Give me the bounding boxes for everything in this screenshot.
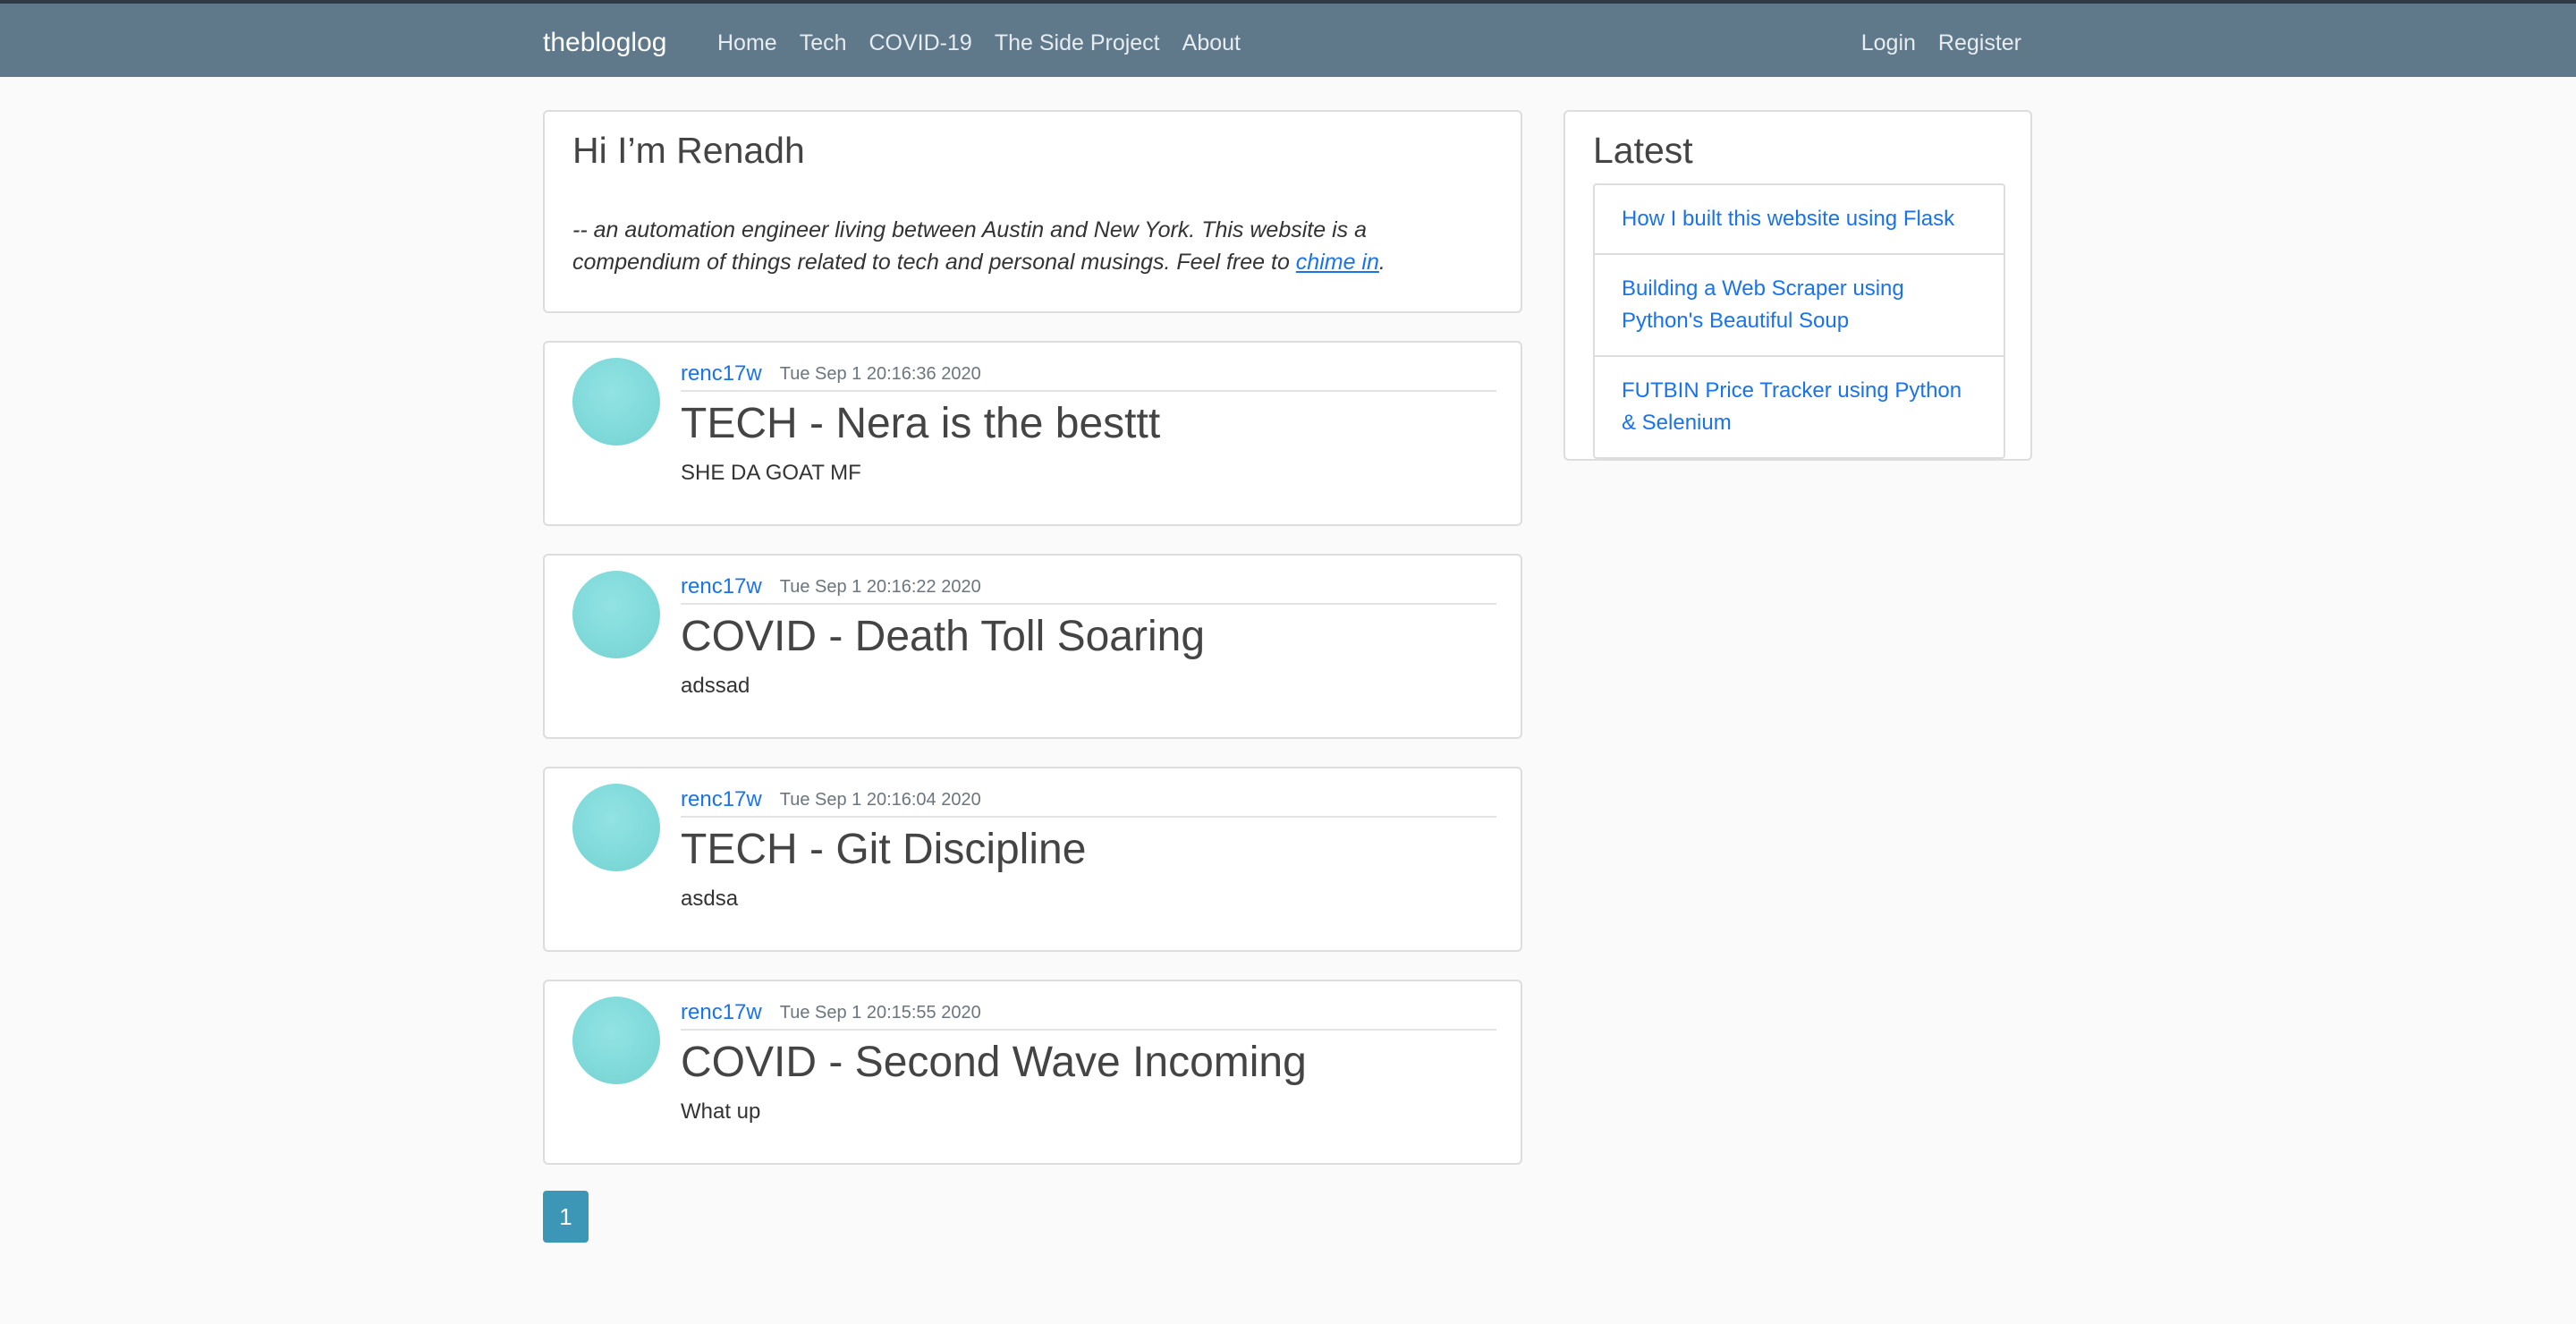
- nav-login[interactable]: Login: [1861, 27, 1916, 59]
- main-nav: Home Tech COVID-19 The Side Project Abou…: [717, 27, 1263, 59]
- avatar: [572, 784, 660, 871]
- post-author-link[interactable]: renc17w: [681, 1000, 762, 1025]
- post-body: SHE DA GOAT MF: [681, 461, 861, 485]
- post-title-link[interactable]: COVID - Death Toll Soaring: [681, 609, 1205, 665]
- post-meta: renc17w Tue Sep 1 20:15:55 2020: [681, 997, 1496, 1031]
- post-card: renc17w Tue Sep 1 20:15:55 2020 COVID - …: [543, 980, 1522, 1165]
- post-date: Tue Sep 1 20:16:22 2020: [779, 576, 981, 597]
- post-author-link[interactable]: renc17w: [681, 574, 762, 599]
- latest-link[interactable]: FUTBIN Price Tracker using Python & Sele…: [1622, 378, 1962, 435]
- post-date: Tue Sep 1 20:15:55 2020: [779, 1002, 981, 1023]
- nav-register[interactable]: Register: [1938, 27, 2021, 59]
- latest-list: How I built this website using Flask Bui…: [1593, 183, 2005, 459]
- post-title-link[interactable]: TECH - Git Discipline: [681, 822, 1086, 878]
- intro-text: -- an automation engineer living between…: [572, 214, 1485, 278]
- avatar: [572, 997, 660, 1084]
- post-meta: renc17w Tue Sep 1 20:16:36 2020: [681, 358, 1496, 392]
- sidebar-title: Latest: [1593, 130, 1693, 171]
- post-card: renc17w Tue Sep 1 20:16:04 2020 TECH - G…: [543, 767, 1522, 952]
- nav-home[interactable]: Home: [717, 27, 777, 59]
- pagination-page-1[interactable]: 1: [543, 1191, 589, 1243]
- post-meta: renc17w Tue Sep 1 20:16:04 2020: [681, 784, 1496, 818]
- post-date: Tue Sep 1 20:16:04 2020: [779, 789, 981, 810]
- intro-title: Hi I’m Renadh: [572, 130, 805, 171]
- intro-text-after: .: [1378, 250, 1385, 275]
- latest-item[interactable]: How I built this website using Flask: [1595, 185, 2004, 255]
- post-title-link[interactable]: COVID - Second Wave Incoming: [681, 1035, 1307, 1091]
- post-body: asdsa: [681, 887, 739, 911]
- latest-link[interactable]: Building a Web Scraper using Python's Be…: [1622, 276, 1904, 333]
- latest-item[interactable]: FUTBIN Price Tracker using Python & Sele…: [1595, 357, 2004, 457]
- avatar: [572, 571, 660, 658]
- nav-about[interactable]: About: [1182, 27, 1241, 59]
- intro-card: Hi I’m Renadh -- an automation engineer …: [543, 110, 1522, 313]
- chime-in-link[interactable]: chime in: [1296, 250, 1379, 275]
- post-body: What up: [681, 1099, 761, 1124]
- post-author-link[interactable]: renc17w: [681, 787, 762, 812]
- intro-text-before: -- an automation engineer living between…: [572, 217, 1367, 275]
- post-card: renc17w Tue Sep 1 20:16:36 2020 TECH - N…: [543, 341, 1522, 526]
- latest-sidebar: Latest How I built this website using Fl…: [1563, 110, 2032, 461]
- latest-item[interactable]: Building a Web Scraper using Python's Be…: [1595, 255, 2004, 357]
- avatar: [572, 358, 660, 446]
- nav-covid-19[interactable]: COVID-19: [869, 27, 972, 59]
- brand-logo[interactable]: thebloglog: [543, 27, 666, 59]
- top-navbar: thebloglog Home Tech COVID-19 The Side P…: [0, 0, 2576, 77]
- post-author-link[interactable]: renc17w: [681, 361, 762, 386]
- nav-tech[interactable]: Tech: [800, 27, 847, 59]
- nav-side-project[interactable]: The Side Project: [995, 27, 1160, 59]
- post-card: renc17w Tue Sep 1 20:16:22 2020 COVID - …: [543, 554, 1522, 739]
- post-meta: renc17w Tue Sep 1 20:16:22 2020: [681, 571, 1496, 605]
- post-date: Tue Sep 1 20:16:36 2020: [779, 363, 981, 384]
- auth-nav: Login Register: [1839, 27, 2021, 59]
- post-body: adssad: [681, 674, 750, 698]
- latest-link[interactable]: How I built this website using Flask: [1622, 207, 1954, 231]
- post-title-link[interactable]: TECH - Nera is the besttt: [681, 396, 1160, 452]
